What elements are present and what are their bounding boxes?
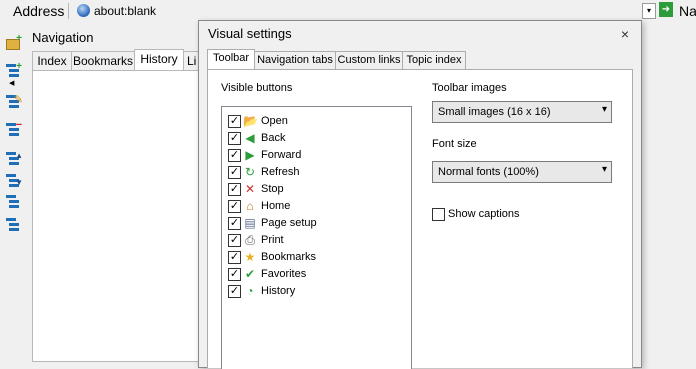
- printer-icon: ⎙: [245, 233, 255, 247]
- checkbox[interactable]: ✓: [228, 268, 241, 281]
- checkbox[interactable]: ✓: [228, 115, 241, 128]
- stop-icon: ✕: [244, 182, 256, 196]
- home-icon: ⌂: [246, 199, 254, 213]
- visible-button-row[interactable]: ✓ ↻ Refresh: [228, 164, 406, 181]
- visible-button-label: Print: [261, 234, 284, 246]
- tab-index[interactable]: Index: [32, 51, 72, 71]
- toolbar-settings-page: Visible buttons ✓ 📂 Open ✓ ◀ Back ✓ ▶ Forward ✓ ↻ R…: [207, 69, 633, 369]
- left-toolbar: + + ◀ ✎ − ▲ ▼: [0, 22, 26, 366]
- back-icon: ◀: [245, 131, 255, 145]
- checkbox[interactable]: ✓: [228, 234, 241, 247]
- visible-button-label: Forward: [261, 149, 302, 161]
- new-folder-icon[interactable]: +: [6, 34, 22, 50]
- tab-custom-links[interactable]: Custom links: [335, 51, 403, 69]
- indent-icon[interactable]: [6, 195, 20, 208]
- dialog-title: Visual settings: [208, 26, 292, 41]
- tab-history[interactable]: History: [134, 49, 184, 71]
- checkbox[interactable]: ✓: [228, 132, 241, 145]
- visible-button-label: Open: [261, 115, 288, 127]
- show-captions-label[interactable]: Show captions: [448, 208, 520, 220]
- forward-icon: ▶: [245, 148, 255, 162]
- visual-settings-dialog: Visual settings × Toolbar Navigation tab…: [198, 20, 642, 369]
- address-url-field[interactable]: about:blank: [94, 4, 156, 18]
- visible-button-label: Refresh: [261, 166, 300, 178]
- delete-topic-icon[interactable]: −: [6, 120, 22, 136]
- folder-open-icon: 📂: [243, 114, 258, 128]
- toolbar-images-value: Small images (16 x 16): [438, 106, 551, 118]
- right-panel-background: [640, 22, 696, 366]
- address-dropdown-chevron-icon[interactable]: ▾: [642, 3, 656, 19]
- toolbar-images-select[interactable]: Small images (16 x 16) ▾: [432, 101, 612, 123]
- add-topic-icon[interactable]: +: [6, 62, 22, 77]
- history-icon: ◔: [246, 284, 254, 298]
- visible-button-row[interactable]: ✓ ◔ History: [228, 283, 406, 300]
- star-icon: ★: [244, 250, 256, 264]
- refresh-icon: ↻: [244, 165, 256, 179]
- chevron-down-icon: ▾: [601, 104, 607, 115]
- visible-button-label: History: [261, 285, 296, 297]
- checkbox[interactable]: ✓: [228, 285, 241, 298]
- font-size-label: Font size: [432, 138, 477, 150]
- visible-buttons-list[interactable]: ✓ 📂 Open ✓ ◀ Back ✓ ▶ Forward ✓ ↻ Refresh ✓ ✕ Stop ✓ ⌂ Ho…: [221, 106, 412, 369]
- toolbar-images-label: Toolbar images: [432, 82, 507, 94]
- font-size-value: Normal fonts (100%): [438, 166, 539, 178]
- visible-button-row[interactable]: ✓ ▶ Forward: [228, 147, 406, 164]
- page-setup-icon: ▤: [244, 216, 256, 230]
- visible-button-row[interactable]: ✓ ✕ Stop: [228, 181, 406, 198]
- history-list[interactable]: [32, 70, 200, 362]
- globe-icon: [77, 4, 90, 17]
- checkbox[interactable]: ✓: [228, 217, 241, 230]
- go-arrow-icon[interactable]: ➜: [659, 2, 673, 17]
- checkbox[interactable]: ✓: [228, 200, 241, 213]
- navigate-label[interactable]: Na: [679, 3, 696, 19]
- tab-navigation-tabs[interactable]: Navigation tabs: [254, 51, 336, 69]
- visible-button-label: Back: [261, 132, 286, 144]
- visible-button-label: Favorites: [261, 268, 307, 280]
- visible-button-label: Home: [261, 200, 291, 212]
- tab-topic-index[interactable]: Topic index: [402, 51, 466, 69]
- visible-button-row[interactable]: ✓ ⎙ Print: [228, 232, 406, 249]
- tab-toolbar[interactable]: Toolbar: [207, 49, 255, 70]
- checkbox[interactable]: ✓: [228, 166, 241, 179]
- chevron-down-icon: ▾: [601, 164, 607, 175]
- font-size-select[interactable]: Normal fonts (100%) ▾: [432, 161, 612, 183]
- visible-buttons-label: Visible buttons: [221, 82, 293, 94]
- visible-button-label: Stop: [261, 183, 284, 195]
- visible-button-row[interactable]: ✓ ✔ Favorites: [228, 266, 406, 283]
- show-captions-checkbox[interactable]: [432, 208, 445, 221]
- checkbox[interactable]: ✓: [228, 251, 241, 264]
- visible-button-label: Page setup: [261, 217, 317, 229]
- visible-button-row[interactable]: ✓ ◀ Back: [228, 130, 406, 147]
- collapse-arrow-icon[interactable]: ◀: [9, 80, 23, 93]
- close-icon[interactable]: ×: [616, 26, 634, 42]
- edit-topic-icon[interactable]: ✎: [6, 94, 23, 108]
- navigation-panel: Navigation Index Bookmarks History Li: [26, 22, 203, 366]
- checkbox[interactable]: ✓: [228, 149, 241, 162]
- address-label: Address: [13, 3, 65, 19]
- navigation-title: Navigation: [32, 30, 94, 45]
- outdent-icon[interactable]: [6, 218, 20, 231]
- visible-button-row[interactable]: ✓ 📂 Open: [228, 113, 406, 130]
- visible-button-row[interactable]: ✓ ★ Bookmarks: [228, 249, 406, 266]
- visible-button-row[interactable]: ✓ ⌂ Home: [228, 198, 406, 215]
- move-down-icon[interactable]: ▼: [6, 174, 23, 187]
- move-up-icon[interactable]: ▲: [6, 151, 23, 165]
- checkmark-icon: ✔: [244, 267, 256, 281]
- checkbox[interactable]: ✓: [228, 183, 241, 196]
- tab-bookmarks[interactable]: Bookmarks: [71, 51, 135, 71]
- visible-button-row[interactable]: ✓ ▤ Page setup: [228, 215, 406, 232]
- address-separator: [68, 3, 69, 19]
- visible-button-label: Bookmarks: [261, 251, 317, 263]
